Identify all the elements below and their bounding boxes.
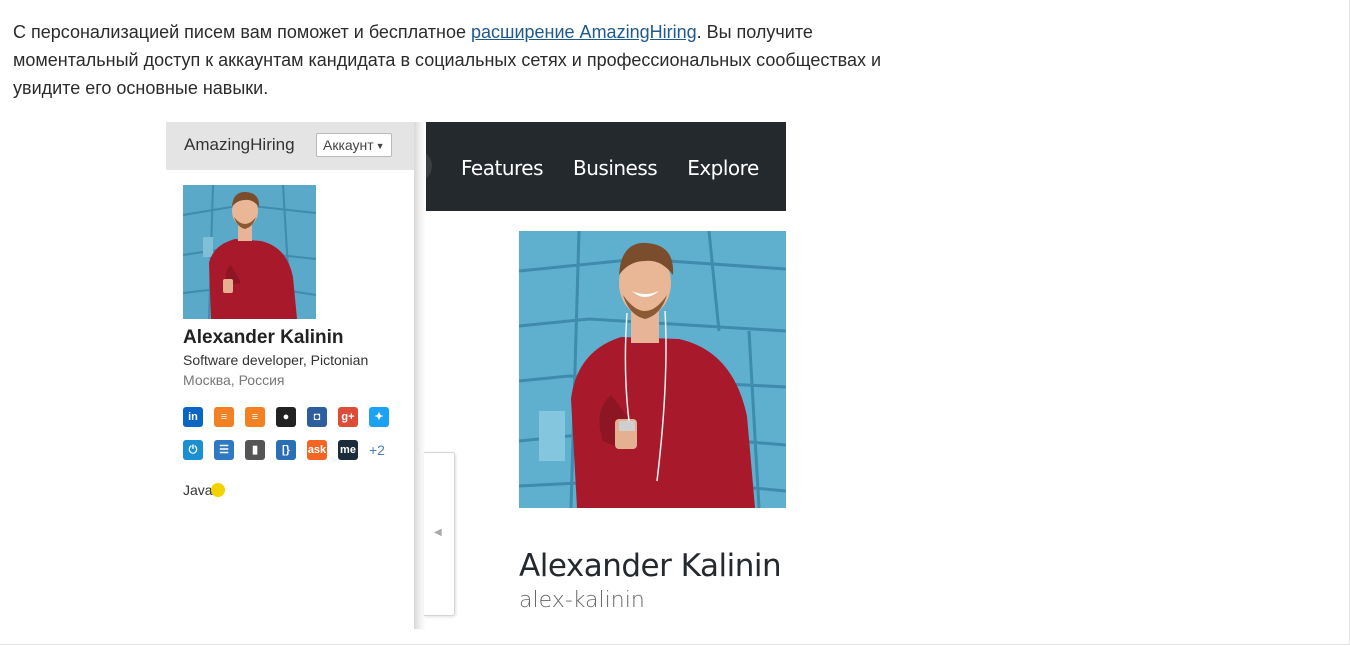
- skill-label: Java: [183, 482, 213, 498]
- twitter-icon[interactable]: ✦: [369, 407, 389, 427]
- social-icons-row-1: in ≡ ≡ ● ◘ g+ ✦: [183, 407, 389, 427]
- skill-badge-icon: [210, 483, 225, 497]
- stackoverflow-icon[interactable]: ≡: [214, 407, 234, 427]
- nav-business[interactable]: Business: [573, 156, 658, 180]
- linkedin-icon[interactable]: in: [183, 407, 203, 427]
- collapse-arrow-icon: ◀: [434, 527, 442, 538]
- extension-panel: AmazingHiring Аккаунт ▼ Alexander Kalinin…: [166, 122, 414, 629]
- bars-icon[interactable]: ▮: [245, 440, 265, 460]
- extension-brand: AmazingHiring: [184, 135, 295, 154]
- extension-header: AmazingHiring Аккаунт ▼: [166, 122, 414, 170]
- github-profile-page: Features Business Explore Ma: [426, 122, 786, 629]
- stackoverflow-ru-icon[interactable]: ≡: [245, 407, 265, 427]
- social-icons-row-2: ⏻ ☰ ▮ [} ask me +2: [183, 440, 385, 460]
- nav-features[interactable]: Features: [461, 156, 544, 180]
- candidate-name: Alexander Kalinin: [183, 327, 344, 348]
- candidate-title: Software developer, Pictonian: [183, 352, 369, 368]
- article-container: С персонализацией писем вам поможет и бе…: [0, 0, 1350, 645]
- moikrug-icon[interactable]: ◘: [307, 407, 327, 427]
- amazinghiring-extension-link[interactable]: расширение AmazingHiring: [471, 22, 697, 42]
- account-dropdown[interactable]: Аккаунт ▼: [316, 133, 392, 157]
- github-nav-bar: Features Business Explore Ma: [426, 122, 786, 211]
- github-display-name: Alexander Kalinin: [519, 548, 782, 584]
- paragraph-text-start: С персонализацией писем вам поможет и бе…: [13, 22, 472, 42]
- candidate-photo: [183, 185, 316, 319]
- ask-icon[interactable]: ask: [307, 440, 327, 460]
- stack-icon[interactable]: ☰: [214, 440, 234, 460]
- chevron-down-icon: ▼: [375, 141, 385, 151]
- github-avatar: [519, 231, 786, 508]
- aboutme-icon[interactable]: me: [338, 440, 358, 460]
- nav-explore[interactable]: Explore: [687, 156, 759, 180]
- account-dropdown-label: Аккаунт: [323, 137, 374, 153]
- article-paragraph: С персонализацией писем вам поможет и бе…: [13, 18, 903, 102]
- more-profiles-count[interactable]: +2: [369, 440, 385, 460]
- github-username: alex-kalinin: [519, 588, 645, 613]
- candidate-location: Москва, Россия: [183, 372, 285, 388]
- search-edge-icon: [426, 150, 432, 182]
- bracket-icon[interactable]: [}: [276, 440, 296, 460]
- github-nav-items: Features Business Explore Ma: [461, 156, 786, 180]
- github-icon[interactable]: ●: [276, 407, 296, 427]
- power-icon[interactable]: ⏻: [183, 440, 203, 460]
- google-plus-icon[interactable]: g+: [338, 407, 358, 427]
- skill-tag: Java: [183, 482, 225, 498]
- panel-toggle-handle[interactable]: ◀: [424, 452, 455, 616]
